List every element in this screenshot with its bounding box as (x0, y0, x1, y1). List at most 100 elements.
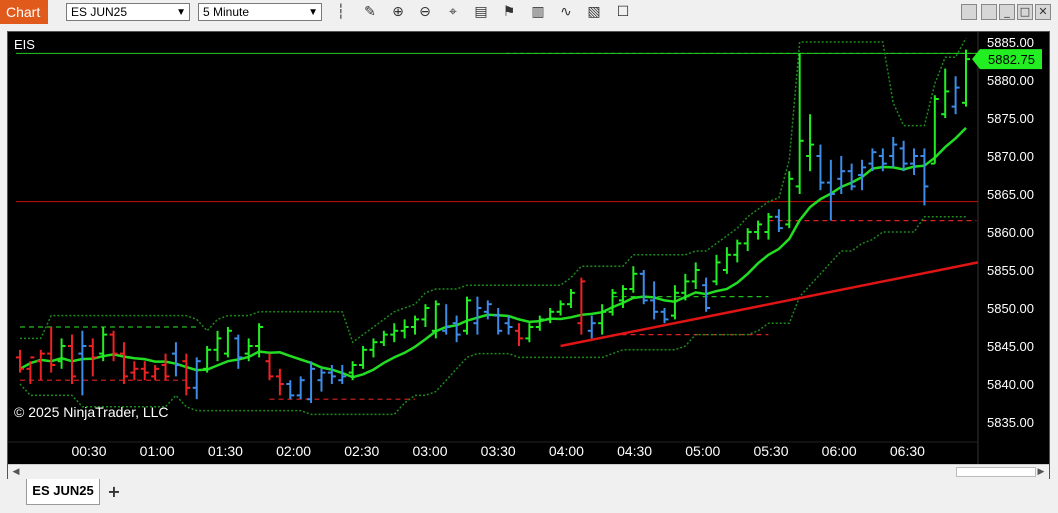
interval-selector[interactable]: 5 Minute ▼ (198, 3, 322, 21)
price-bar (151, 365, 160, 381)
templates-icon[interactable]: ∿ (557, 3, 575, 21)
price-bar (307, 361, 316, 403)
chevron-down-icon: ▼ (308, 7, 318, 18)
data-box-icon[interactable]: ☐ (614, 3, 632, 21)
chevron-down-icon: ▼ (176, 7, 186, 18)
price-bar (556, 300, 565, 316)
restore-panel-icon[interactable] (981, 4, 997, 20)
x-tick-label: 05:30 (753, 443, 788, 459)
moving-average-line (19, 127, 967, 379)
x-tick-label: 03:00 (412, 443, 447, 459)
properties-icon[interactable]: ▤ (472, 3, 490, 21)
window-title: Chart (0, 0, 48, 24)
price-bar (442, 304, 451, 335)
horizontal-scrollbar[interactable]: ◀ ▶ (8, 464, 1049, 479)
indicators-icon[interactable]: ▥ (529, 3, 547, 21)
price-bar (296, 376, 305, 400)
y-tick-label: 5855.00 (987, 263, 1034, 278)
price-bar (192, 357, 201, 400)
price-bar (608, 289, 617, 316)
price-bar (785, 171, 794, 229)
y-tick-label: 5870.00 (987, 149, 1034, 164)
price-bar (826, 159, 835, 221)
add-tab-button[interactable]: + (104, 483, 124, 501)
scroll-left-icon[interactable]: ◀ (10, 465, 22, 479)
price-bar (764, 213, 773, 240)
price-bar (140, 361, 149, 381)
price-bar (473, 296, 482, 335)
price-bar (452, 315, 461, 343)
x-tick-label: 03:30 (481, 443, 516, 459)
price-bar (535, 315, 544, 331)
x-tick-label: 00:30 (71, 443, 106, 459)
tab-es-jun25[interactable]: ES JUN25 (26, 479, 100, 505)
price-bar (629, 266, 638, 293)
minimize-icon[interactable]: _ (999, 4, 1015, 20)
price-bar (712, 254, 721, 286)
scroll-right-icon[interactable]: ▶ (1035, 465, 1047, 479)
axis-layer: 5885.00 5880.00 5875.00 5870.00 5865.00 5860.… (71, 35, 1034, 459)
strategies-icon[interactable]: ⚑ (500, 3, 518, 21)
price-bar (369, 338, 378, 358)
y-tick-label: 5880.00 (987, 73, 1034, 88)
x-tick-label: 06:30 (890, 443, 925, 459)
x-tick-label: 01:30 (208, 443, 243, 459)
draw-pencil-icon[interactable]: ✎ (361, 3, 379, 21)
x-tick-label: 06:00 (822, 443, 857, 459)
price-chart[interactable]: 5885.00 5880.00 5875.00 5870.00 5865.00 5860.… (8, 32, 1051, 465)
price-bar (546, 308, 555, 324)
scrollbar-thumb[interactable] (956, 467, 1036, 477)
price-bar (265, 353, 274, 381)
last-price-label: 5882.75 (988, 52, 1035, 67)
maximize-icon[interactable]: □ (1017, 4, 1033, 20)
price-bar (390, 323, 399, 343)
price-bar (286, 380, 295, 400)
price-bar (660, 308, 669, 324)
last-price-marker: 5882.75 (972, 49, 1042, 70)
price-bar (47, 327, 56, 373)
upper-band-line (20, 37, 967, 344)
price-bar (899, 140, 908, 172)
price-bar (275, 368, 284, 396)
price-bar (421, 304, 430, 327)
price-bar (920, 148, 929, 206)
y-tick-label: 5850.00 (987, 301, 1034, 316)
price-bar (494, 308, 503, 335)
interval-value: 5 Minute (203, 5, 250, 19)
chart-trader-icon[interactable]: ▧ (585, 3, 603, 21)
instrument-selector[interactable]: ES JUN25 ▼ (66, 3, 190, 21)
price-bar (223, 327, 232, 358)
price-bar (161, 353, 170, 381)
price-bar (88, 338, 97, 377)
x-tick-label: 01:00 (140, 443, 175, 459)
price-bar (171, 342, 180, 377)
y-tick-label: 5845.00 (987, 339, 1034, 354)
price-bar (36, 349, 45, 381)
price-bar (722, 247, 731, 274)
price-bar (691, 262, 700, 289)
price-bar (400, 319, 409, 339)
price-bar (847, 163, 856, 191)
chart-window: Chart ES JUN25 ▼ 5 Minute ▼ ┆ ✎ ⊕ ⊖ ⌖ ▤ … (0, 0, 1058, 513)
close-icon[interactable]: ✕ (1035, 4, 1051, 20)
price-bar (806, 114, 815, 172)
zoom-out-icon[interactable]: ⊖ (416, 3, 434, 21)
price-bar (566, 289, 575, 308)
y-tick-label: 5840.00 (987, 377, 1034, 392)
bars-type-icon[interactable]: ┆ (332, 3, 350, 21)
price-bar (598, 304, 607, 335)
y-tick-label: 5875.00 (987, 111, 1034, 126)
zoom-in-icon[interactable]: ⊕ (389, 3, 407, 21)
y-tick-label: 5835.00 (987, 415, 1034, 430)
price-bar (962, 49, 970, 107)
price-bar (650, 281, 659, 320)
chart-panel[interactable]: 5885.00 5880.00 5875.00 5870.00 5865.00 5860.… (7, 31, 1050, 479)
toolbar: Chart ES JUN25 ▼ 5 Minute ▼ ┆ ✎ ⊕ ⊖ ⌖ ▤ … (0, 0, 1058, 24)
price-bar (514, 323, 523, 346)
price-bar (910, 148, 919, 175)
price-bars-layer (16, 49, 970, 403)
crosshair-icon[interactable]: ⌖ (444, 3, 462, 21)
price-bar (411, 315, 420, 335)
maximize-panel-icon[interactable] (961, 4, 977, 20)
x-tick-label: 05:00 (685, 443, 720, 459)
